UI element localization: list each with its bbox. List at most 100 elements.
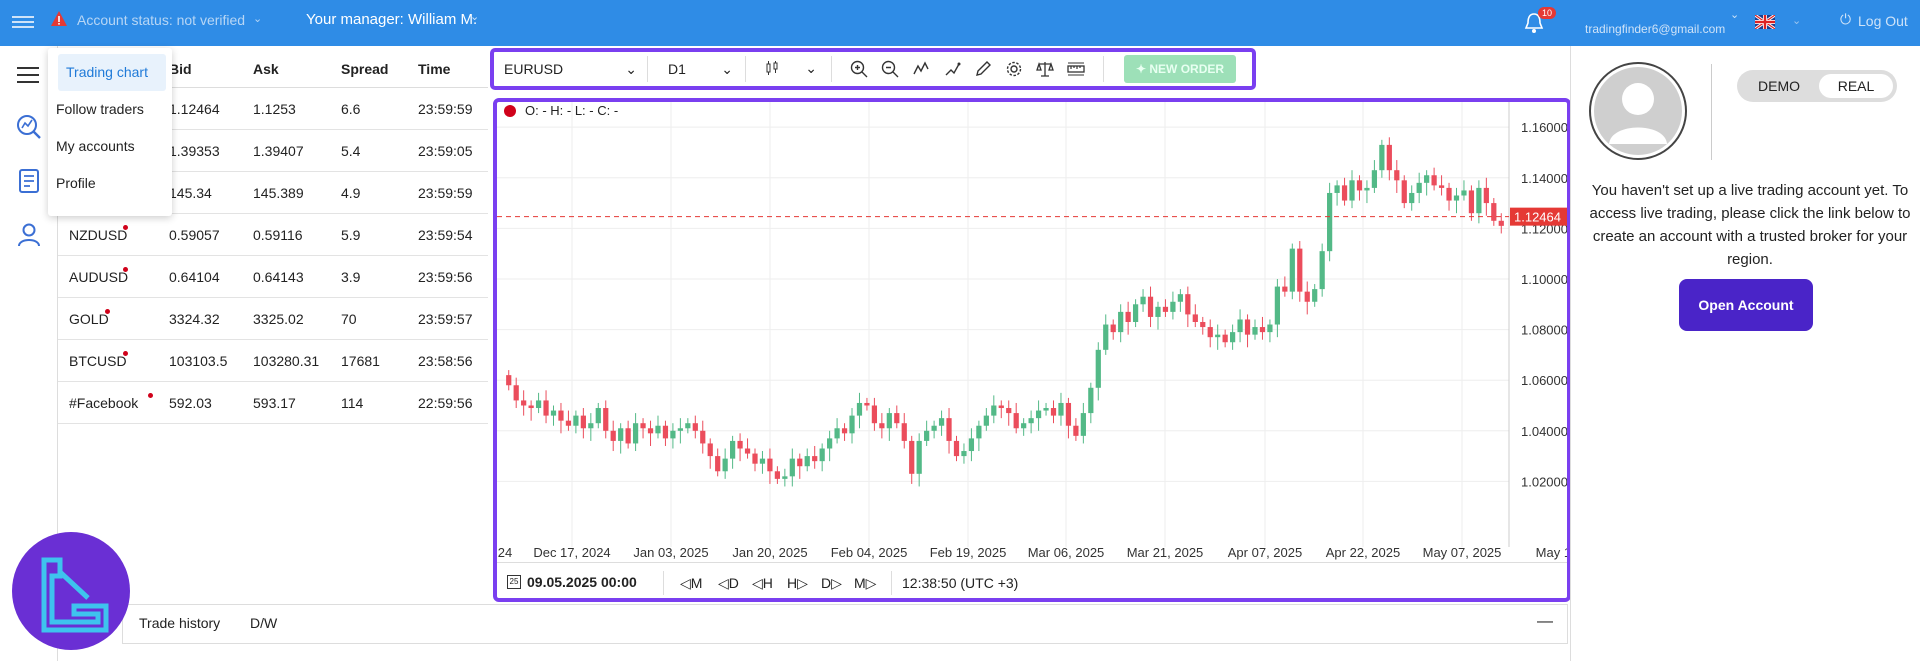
document-icon[interactable] — [16, 168, 42, 194]
timeframe-select[interactable]: D1 ⌄ — [648, 61, 745, 77]
candle-body — [1446, 187, 1452, 201]
user-email[interactable]: tradingfinder6@gmail.com — [1585, 22, 1725, 36]
candle-body — [722, 458, 728, 472]
candle-body — [1282, 286, 1288, 292]
candle-body — [1334, 185, 1340, 193]
manager-dropdown[interactable]: Your manager: William M. — [306, 11, 477, 28]
candle-body — [1028, 418, 1034, 424]
x-tick-label: May 07, 2025 — [1423, 545, 1502, 560]
scales-icon[interactable] — [1036, 60, 1054, 78]
candle-body — [901, 423, 907, 441]
cell-symbol: AUDUSD — [69, 266, 129, 285]
candle-body — [1013, 413, 1019, 429]
candle-body — [1043, 408, 1049, 411]
status-dot — [122, 224, 128, 230]
y-tick-label: 1.14000 — [1521, 171, 1567, 186]
price-chart[interactable]: 1.16000 1.14000 1.12000 1.10000 1.08000 1.060… — [493, 98, 1571, 602]
candle-body — [1162, 306, 1169, 312]
live-account-info: You haven't set up a live trading accoun… — [1589, 182, 1911, 268]
cell-bid: 145.34 — [169, 184, 212, 201]
calendar-icon[interactable]: 25 — [507, 575, 521, 589]
chart-date[interactable]: 09.05.2025 00:00 — [527, 574, 637, 590]
account-mode-toggle[interactable]: DEMO REAL — [1737, 70, 1897, 102]
minimize-icon[interactable]: — — [1537, 613, 1553, 631]
candle-body — [1424, 175, 1430, 183]
cell-bid: 0.64104 — [169, 268, 220, 285]
nav-prev-month[interactable]: ◁M — [680, 575, 702, 592]
candle-body — [1453, 195, 1460, 201]
cell-symbol: #Facebook — [58, 392, 169, 411]
candle-body — [1200, 322, 1206, 328]
candle-body — [647, 428, 654, 434]
candle-body — [1230, 332, 1236, 343]
candle-body — [946, 418, 952, 441]
cell-ask: 0.59116 — [253, 226, 303, 243]
candle-body — [886, 413, 892, 429]
menu-item-profile[interactable]: Profile — [48, 165, 172, 202]
cell-symbol: GOLD — [69, 308, 111, 327]
nav-next-hour[interactable]: H▷ — [787, 575, 808, 592]
candle-body — [774, 471, 780, 479]
table-row[interactable]: NZDUSD 0.59057 0.59116 5.9 23:59:54 — [58, 214, 488, 256]
cell-time: 23:59:59 — [418, 184, 473, 201]
menu-item-trading-chart[interactable]: Trading chart — [58, 54, 166, 91]
menu-icon[interactable] — [12, 13, 34, 33]
real-option[interactable]: REAL — [1819, 74, 1893, 98]
nav-next-month[interactable]: M▷ — [854, 575, 876, 592]
table-row[interactable]: GOLD 3324.32 3325.02 70 23:59:57 — [58, 298, 488, 340]
zoom-out-icon[interactable] — [881, 60, 899, 78]
candlestick-chart[interactable]: 1.160001.140001.120001.100001.080001.060… — [497, 102, 1567, 562]
candle-body — [1192, 314, 1198, 322]
candle-body — [976, 425, 982, 439]
gear-icon[interactable] — [1005, 60, 1023, 78]
menu-item-follow-traders[interactable]: Follow traders — [48, 91, 172, 128]
chart-time: 12:38:50 (UTC +3) — [902, 575, 1019, 591]
candle-body — [1170, 301, 1176, 312]
candle-body — [535, 400, 542, 409]
nav-prev-hour[interactable]: ◁H — [752, 575, 773, 592]
menu-item-my-accounts[interactable]: My accounts — [48, 128, 172, 165]
candle-body — [1132, 304, 1139, 322]
candle-body — [1289, 248, 1295, 292]
chevron-down-icon: ⌄ — [721, 61, 733, 77]
x-tick-label: Mar 21, 2025 — [1127, 545, 1204, 560]
table-row[interactable]: BTCUSD 103103.5 103280.31 17681 23:58:56 — [58, 340, 488, 382]
chevron-down-icon: ⌄ — [805, 59, 817, 76]
candle-body — [707, 443, 713, 457]
tab-dw[interactable]: D/W — [250, 615, 277, 631]
symbol-select[interactable]: EURUSD ⌄ — [494, 61, 647, 77]
chart-type-select[interactable]: ⌄ — [746, 60, 831, 79]
user-icon[interactable] — [16, 222, 42, 248]
candle-body — [1364, 187, 1370, 191]
candle-body — [827, 438, 833, 449]
candle-body — [1267, 324, 1273, 333]
account-status[interactable]: Account status: not verified — [77, 12, 245, 28]
new-order-button[interactable]: ✦ NEW ORDER — [1124, 55, 1236, 83]
demo-option[interactable]: DEMO — [1741, 74, 1817, 98]
logout-link[interactable]: Log Out — [1858, 13, 1908, 29]
table-row[interactable]: #Facebook 592.03 593.17 114 22:59:56 — [58, 382, 488, 424]
nav-next-day[interactable]: D▷ — [821, 575, 842, 592]
ruler-icon[interactable] — [1067, 60, 1085, 78]
chart-search-icon[interactable] — [16, 114, 42, 140]
y-tick-label: 1.10000 — [1521, 272, 1567, 287]
uk-flag-icon[interactable] — [1755, 15, 1775, 29]
candle-body — [916, 440, 922, 474]
indicators-icon[interactable] — [912, 60, 930, 78]
divider — [891, 571, 892, 595]
candle-body — [1252, 327, 1258, 335]
candle-body — [550, 410, 557, 416]
candle-body — [655, 425, 661, 434]
open-account-button[interactable]: Open Account — [1679, 279, 1813, 331]
zoom-in-icon[interactable] — [850, 60, 868, 78]
candle-body — [991, 405, 997, 416]
drawing-tools-icon[interactable] — [943, 60, 961, 78]
pencil-icon[interactable] — [974, 60, 992, 78]
x-tick-label: Jan 20, 2025 — [732, 545, 807, 560]
tab-trade-history[interactable]: Trade history — [139, 615, 220, 631]
candle-body — [1080, 413, 1086, 436]
candle-body — [603, 408, 609, 431]
table-row[interactable]: AUDUSD 0.64104 0.64143 3.9 23:59:56 — [58, 256, 488, 298]
hamburger-icon[interactable] — [17, 64, 39, 88]
nav-prev-day[interactable]: ◁D — [718, 575, 739, 592]
